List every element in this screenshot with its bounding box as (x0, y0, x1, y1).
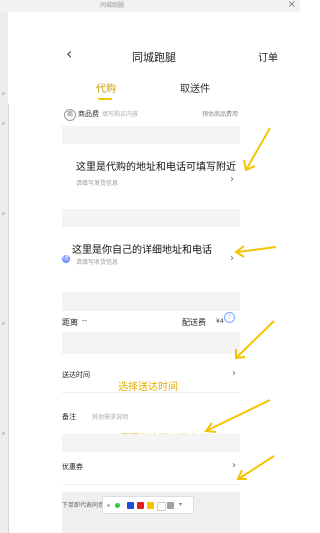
arrow-remarks (207, 399, 271, 431)
arrow-purchase-address (245, 127, 271, 171)
annotation-arrows (204, 127, 277, 480)
arrow-coupon (239, 455, 275, 479)
arrow-delivery-time (235, 320, 275, 359)
arrow-delivery-address (237, 246, 277, 253)
